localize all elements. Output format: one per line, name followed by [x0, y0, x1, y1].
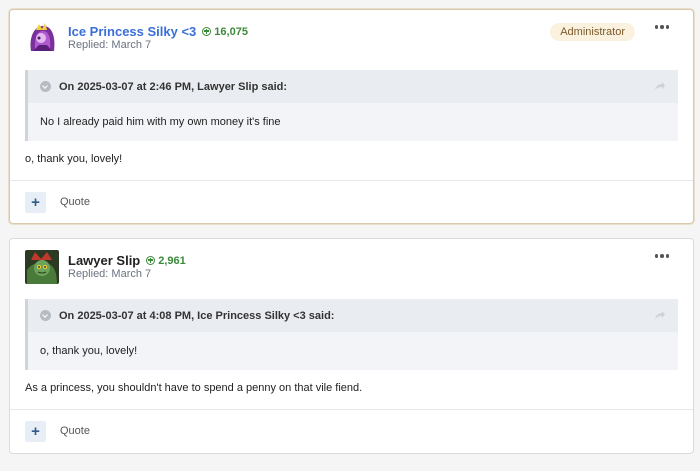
author-line: Lawyer Slip 2,961	[68, 253, 186, 268]
quote-button[interactable]: Quote	[60, 196, 90, 208]
reputation-icon	[202, 27, 212, 36]
quote-header: On 2025-03-07 at 2:46 PM, Lawyer Slip sa…	[28, 70, 678, 103]
post-footer: + Quote	[10, 180, 693, 223]
post-footer: + Quote	[10, 409, 693, 452]
role-badge: Administrator	[550, 23, 635, 41]
post-header: Ice Princess Silky <3 16,075 Replied: Ma…	[10, 10, 693, 70]
reputation-count: 2,961	[158, 254, 186, 267]
author-name[interactable]: Lawyer Slip	[68, 253, 140, 268]
replied-date: Replied: March 7	[68, 268, 152, 280]
quote-citation: On 2025-03-07 at 4:08 PM, Ice Princess S…	[59, 309, 335, 322]
reputation-icon	[146, 256, 156, 265]
post: Ice Princess Silky <3 16,075 Replied: Ma…	[9, 9, 694, 224]
more-options-icon[interactable]	[654, 254, 669, 258]
quote-citation: On 2025-03-07 at 2:46 PM, Lawyer Slip sa…	[59, 80, 288, 93]
more-options-icon[interactable]	[654, 25, 669, 29]
quote-button[interactable]: Quote	[60, 425, 90, 437]
share-quote-icon[interactable]	[654, 309, 666, 321]
reputation[interactable]: 16,075	[202, 26, 248, 38]
author-line: Ice Princess Silky <3 16,075	[68, 24, 248, 39]
quote-header: On 2025-03-07 at 4:08 PM, Ice Princess S…	[28, 299, 678, 332]
author-name[interactable]: Ice Princess Silky <3	[68, 24, 196, 39]
post-header: Lawyer Slip 2,961 Replied: March 7	[10, 239, 693, 299]
post-content: As a princess, you shouldn't have to spe…	[25, 382, 363, 394]
share-quote-icon[interactable]	[654, 80, 666, 92]
collapse-chevron-icon[interactable]	[40, 81, 51, 92]
multiquote-plus-button[interactable]: +	[25, 420, 46, 442]
quote-block: On 2025-03-07 at 4:08 PM, Ice Princess S…	[25, 299, 678, 370]
reputation[interactable]: 2,961	[146, 255, 186, 267]
multiquote-plus-button[interactable]: +	[25, 191, 46, 213]
quote-body: No I already paid him with my own money …	[40, 116, 281, 128]
quote-body: o, thank you, lovely!	[40, 345, 138, 357]
post: Lawyer Slip 2,961 Replied: March 7 On 20…	[9, 238, 694, 454]
quote-block: On 2025-03-07 at 2:46 PM, Lawyer Slip sa…	[25, 70, 678, 141]
avatar[interactable]	[25, 21, 59, 55]
collapse-chevron-icon[interactable]	[40, 310, 51, 321]
replied-date: Replied: March 7	[68, 39, 152, 51]
avatar[interactable]	[25, 250, 59, 284]
reputation-count: 16,075	[214, 25, 248, 38]
post-content: o, thank you, lovely!	[25, 153, 123, 165]
